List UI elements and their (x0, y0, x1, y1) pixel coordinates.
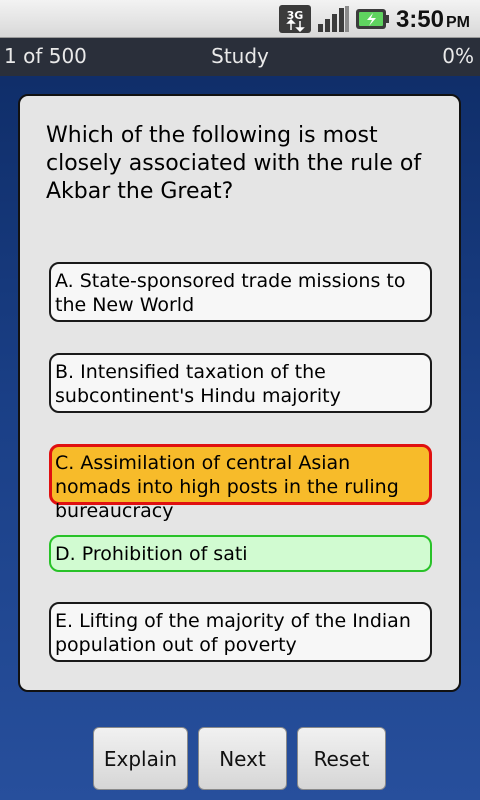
quiz-header: Study 1 of 500 0% (0, 38, 480, 76)
reset-button[interactable]: Reset (297, 727, 386, 790)
next-button[interactable]: Next (198, 727, 287, 790)
clock-ampm: PM (446, 14, 470, 31)
answer-option-b[interactable]: B. Intensified taxation of the subcontin… (49, 353, 432, 413)
answer-option-d[interactable]: D. Prohibition of sati (49, 535, 432, 572)
question-text: Which of the following is most closely a… (46, 123, 422, 204)
battery-charging-icon (356, 9, 389, 29)
status-bar: 3G 3:50 PM (0, 0, 480, 38)
signal-strength-icon (318, 6, 349, 32)
network-label: 3G (287, 9, 304, 22)
answer-option-e[interactable]: E. Lifting of the majority of the Indian… (49, 602, 432, 662)
answer-option-a[interactable]: A. State-sponsored trade missions to the… (49, 262, 432, 322)
answer-option-c[interactable]: C. Assimilation of central Asian nomads … (49, 444, 432, 522)
explain-button[interactable]: Explain (93, 727, 188, 790)
score-percent: 0% (442, 44, 474, 68)
clock-time: 3:50 (395, 6, 444, 33)
clock: 3:50 PM (396, 6, 470, 34)
question-card: Which of the following is most closely a… (18, 94, 461, 692)
question-counter: 1 of 500 (4, 44, 87, 68)
3g-data-icon: 3G (279, 5, 311, 33)
